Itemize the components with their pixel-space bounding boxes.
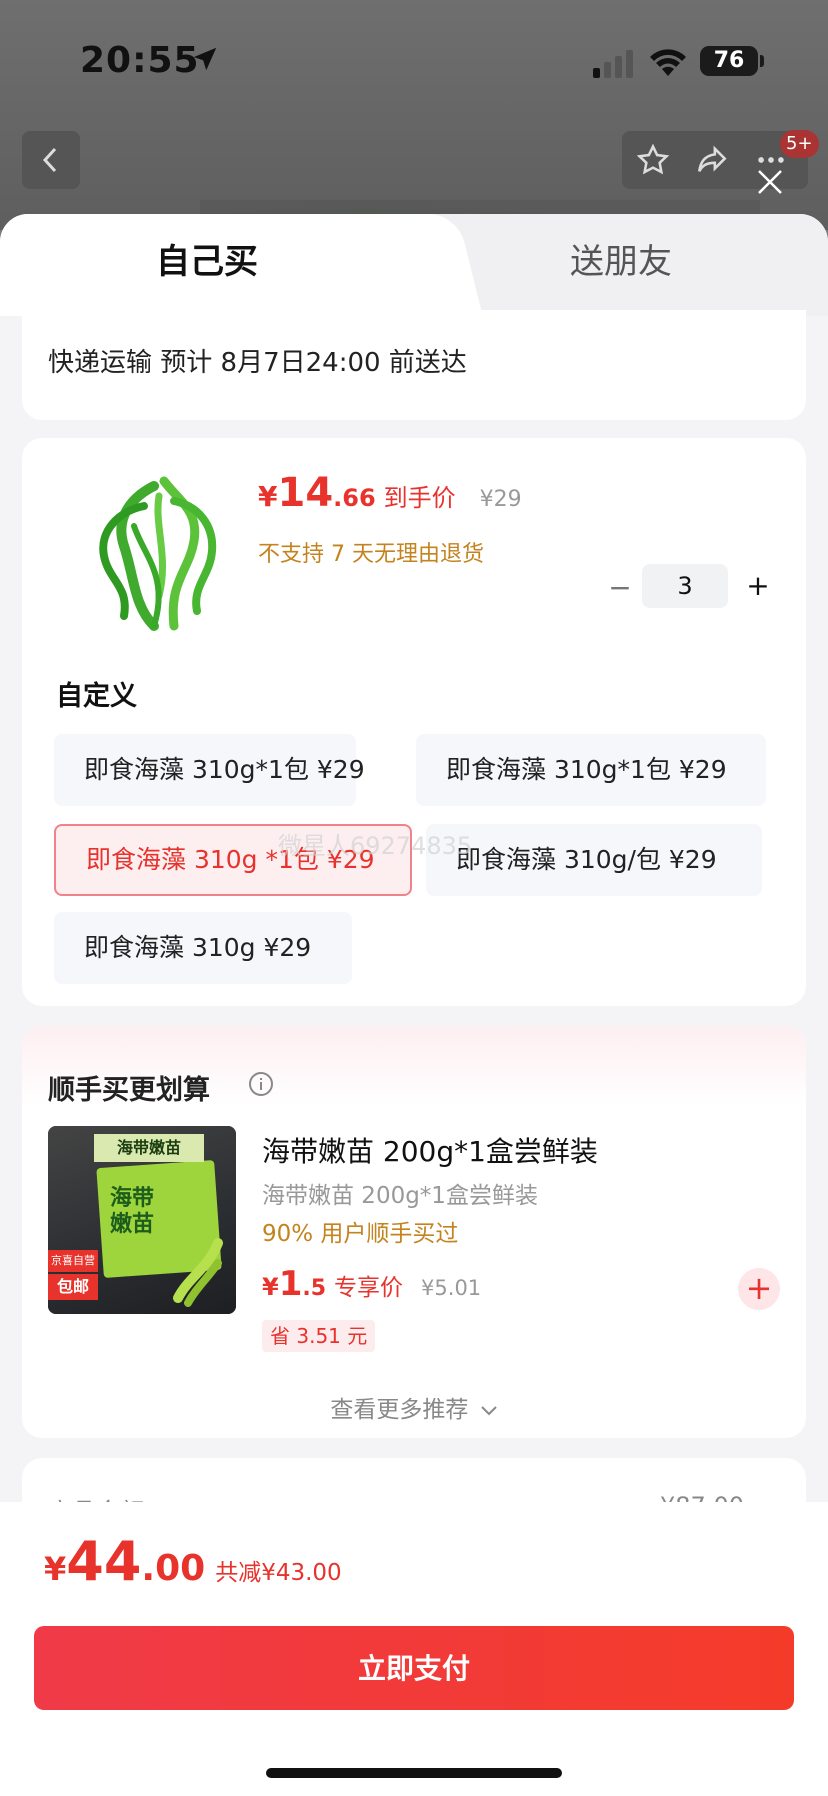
home-indicator: [266, 1768, 562, 1778]
price-decimal: .66: [333, 484, 376, 512]
quantity-input[interactable]: 3: [642, 564, 728, 608]
see-more-recommendations[interactable]: 查看更多推荐: [22, 1390, 806, 1424]
quantity-decrease-button[interactable]: −: [606, 574, 634, 602]
watermark: 微星人69274835: [278, 832, 473, 860]
battery-cap: [760, 55, 764, 67]
tab-label: 自己买: [156, 242, 258, 282]
tab-buy-for-self[interactable]: 自己买: [0, 214, 430, 316]
original-price: ¥29: [479, 487, 522, 512]
see-more-label: 查看更多推荐: [330, 1397, 469, 1423]
return-policy: 不支持 7 天无理由退货: [258, 542, 484, 567]
wifi-icon: [650, 49, 686, 76]
addon-image-seaweed: [173, 1238, 223, 1307]
purchase-tabs: 自己买 送朋友: [0, 214, 828, 316]
pay-now-button[interactable]: 立即支付: [34, 1626, 794, 1710]
star-icon[interactable]: [636, 143, 670, 177]
product-card: ¥14.66 到手价 ¥29 不支持 7 天无理由退货 − 3 + 自定义 即食海藻…: [22, 438, 806, 1006]
tab-label: 送朋友: [570, 242, 672, 282]
back-button[interactable]: [22, 131, 80, 189]
battery-indicator: 76: [700, 46, 758, 76]
location-arrow-icon: [193, 47, 217, 71]
addon-bought-rate: 90% 用户顺手买过: [262, 1221, 459, 1247]
add-addon-button[interactable]: +: [738, 1268, 780, 1310]
status-time: 20:55: [80, 40, 200, 81]
notification-badge: 5+: [780, 130, 819, 158]
addon-product-subtitle: 海带嫩苗 200g*1盒尝鲜装: [262, 1183, 538, 1209]
product-image: [99, 476, 217, 631]
addon-product-name[interactable]: 海带嫩苗 200g*1盒尝鲜装: [262, 1130, 598, 1170]
addon-image-box-label: 海带嫩苗: [110, 1186, 155, 1237]
addon-title: 顺手买更划算: [48, 1075, 210, 1106]
price-integer: 14: [277, 470, 334, 516]
addon-price: ¥1.5 专享价 ¥5.01: [262, 1264, 481, 1304]
status-bar: 20:55 76: [0, 0, 828, 120]
total-symbol: ¥: [44, 1550, 67, 1588]
quantity-increase-button[interactable]: +: [744, 572, 772, 600]
purchase-sheet: 自己买 送朋友 快递运输 预计 8月7日24:00 前送达 ¥14.66 到手价 ¥…: [0, 214, 828, 1796]
delivery-estimate: 快递运输 预计 8月7日24:00 前送达: [48, 348, 467, 378]
total-decimal: .00: [141, 1548, 206, 1589]
spec-option[interactable]: 即食海藻 310g/包 ¥29: [426, 824, 762, 896]
spec-option[interactable]: 即食海藻 310g ¥29: [54, 912, 352, 984]
chevron-down-icon: [480, 1405, 497, 1415]
price-label: 专享价: [334, 1275, 404, 1301]
total-price: ¥44.00 共减¥43.00: [44, 1530, 342, 1593]
spec-option[interactable]: 即食海藻 310g*1包 ¥29: [54, 734, 365, 806]
signal-icon: [593, 50, 633, 78]
savings-badge: 省 3.51 元: [262, 1320, 376, 1352]
price-integer: 1: [278, 1264, 303, 1304]
back-icon: [42, 147, 57, 173]
price-symbol: ¥: [258, 480, 278, 513]
delivery-card: 快递运输 预计 8月7日24:00 前送达: [22, 310, 806, 420]
original-price: ¥5.01: [421, 1276, 482, 1300]
addon-image-tag-bottom: 包邮: [48, 1274, 98, 1300]
share-icon[interactable]: [694, 143, 730, 177]
addon-card: 顺手买更划算 海带嫩苗 海带嫩苗 京喜自营 包邮 海带嫩苗 200g*1盒尝鲜装…: [22, 1026, 806, 1438]
tab-send-to-friend[interactable]: 送朋友: [470, 214, 828, 316]
checkout-footer: ¥44.00 共减¥43.00 立即支付: [0, 1502, 828, 1796]
spec-title: 自定义: [56, 681, 137, 712]
product-price: ¥14.66 到手价 ¥29: [258, 470, 522, 520]
spec-option[interactable]: 即食海藻 310g*1包 ¥29: [416, 734, 766, 806]
price-symbol: ¥: [262, 1273, 279, 1301]
price-decimal: .5: [302, 1276, 327, 1301]
close-icon[interactable]: [754, 166, 786, 198]
addon-image-tag-top: 京喜自营: [48, 1250, 98, 1272]
total-integer: 44: [66, 1530, 142, 1593]
price-label: 到手价: [383, 484, 456, 512]
total-discount: 共减¥43.00: [215, 1560, 342, 1586]
addon-image-label: 海带嫩苗: [94, 1134, 204, 1162]
addon-product-image[interactable]: 海带嫩苗 海带嫩苗 京喜自营 包邮: [48, 1126, 236, 1314]
plus-icon: +: [745, 1269, 773, 1307]
info-icon[interactable]: [248, 1071, 274, 1097]
